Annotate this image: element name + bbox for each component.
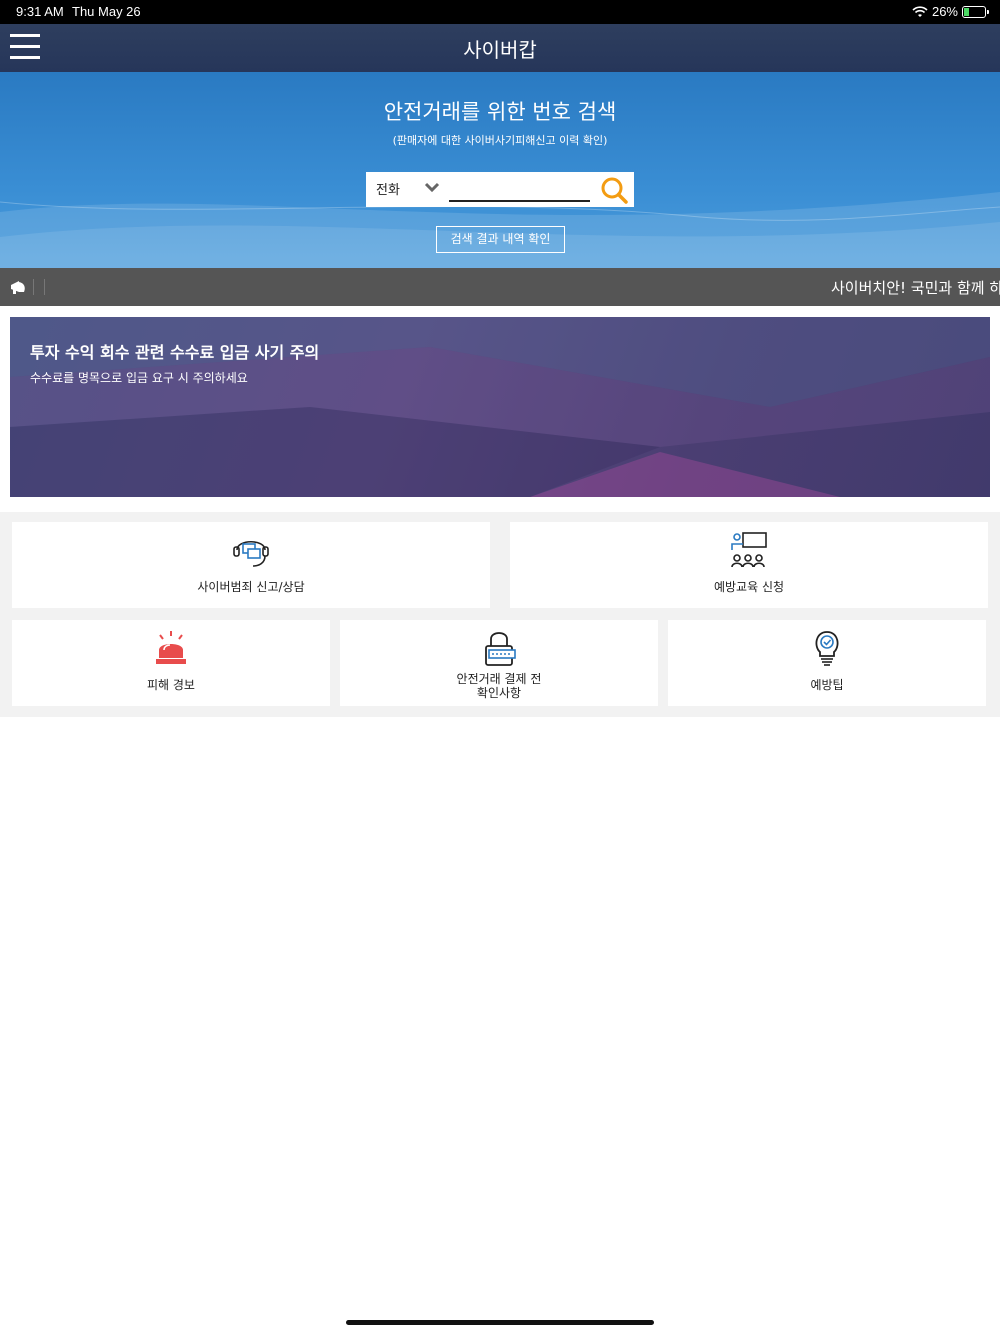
search-input[interactable] (449, 177, 590, 202)
damage-alert-label: 피해 경보 (147, 678, 195, 692)
search-type-select[interactable]: 전화 (376, 179, 400, 198)
lightbulb-check-icon (815, 631, 839, 666)
banner-title: 투자 수익 회수 관련 수수료 입금 사기 주의 (30, 343, 320, 362)
menu-grid: 사이버범죄 신고/상담 예방교육 신청 피해 경보 안전거래 결제 전 확인사항… (0, 512, 1000, 717)
wifi-icon (912, 5, 928, 17)
ticker-text[interactable]: 사이버치안! 국민과 함께 하겠습니다 (831, 277, 1000, 298)
battery-percent: 26% (931, 4, 958, 19)
padlock-card-icon (485, 632, 516, 666)
payment-check-label-line1: 안전거래 결제 전 (456, 672, 542, 686)
prevention-tips-tile[interactable]: 예방팁 (668, 620, 986, 706)
ticker-divider (33, 279, 34, 295)
classroom-icon (731, 532, 767, 568)
headset-chat-icon (233, 540, 269, 567)
navbar: 사이버캅 (0, 24, 1000, 72)
notice-banner[interactable]: 투자 수익 회수 관련 수수료 입금 사기 주의 수수료를 명목으로 입금 요구… (10, 317, 990, 497)
search-box: 전화 (366, 172, 634, 207)
status-date: Thu May 26 (72, 4, 141, 19)
status-bar: 9:31 AM Thu May 26 26% (0, 0, 1000, 24)
ticker-divider (44, 279, 45, 295)
prevention-tips-label: 예방팁 (810, 678, 844, 692)
hero-title: 안전거래를 위한 번호 검색 (383, 100, 617, 124)
education-request-label: 예방교육 신청 (713, 580, 785, 594)
report-consult-label: 사이버범죄 신고/상담 (197, 580, 305, 594)
status-time: 9:31 AM (16, 4, 64, 19)
payment-check-label-line2: 확인사항 (476, 686, 522, 700)
search-history-button[interactable]: 검색 결과 내역 확인 (436, 226, 565, 253)
education-request-tile[interactable]: 예방교육 신청 (510, 522, 988, 608)
siren-icon (156, 631, 186, 664)
damage-alert-tile[interactable]: 피해 경보 (12, 620, 330, 706)
notice-ticker: 사이버치안! 국민과 함께 하겠습니다 (0, 268, 1000, 306)
battery-fill (964, 7, 969, 16)
search-hero: 안전거래를 위한 번호 검색 (판매자에 대한 사이버사기피해신고 이력 확인)… (0, 72, 1000, 268)
home-indicator[interactable] (346, 1320, 654, 1325)
status-right: 26% (912, 4, 989, 19)
chevron-down-icon[interactable] (424, 181, 440, 193)
hero-subtitle: (판매자에 대한 사이버사기피해신고 이력 확인) (392, 134, 608, 147)
banner-subtitle: 수수료를 명목으로 입금 요구 시 주의하세요 (30, 371, 248, 385)
report-consult-tile[interactable]: 사이버범죄 신고/상담 (12, 522, 490, 608)
search-icon[interactable] (600, 176, 628, 204)
battery-icon (962, 5, 989, 18)
megaphone-icon (11, 281, 25, 294)
app-title: 사이버캅 (463, 38, 537, 62)
payment-check-tile[interactable]: 안전거래 결제 전 확인사항 (340, 620, 658, 706)
